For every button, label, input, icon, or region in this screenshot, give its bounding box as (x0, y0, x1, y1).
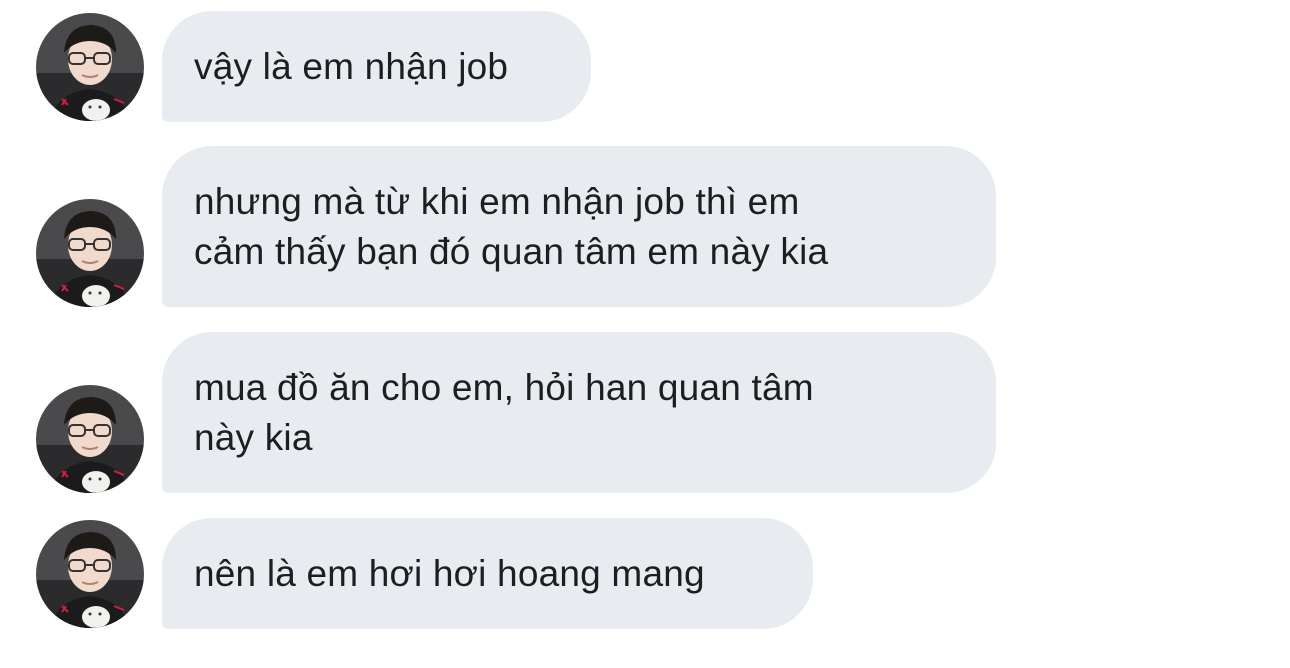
avatar-photo-icon (36, 13, 144, 121)
message-bubble[interactable]: nên là em hơi hơi hoang mang (162, 518, 813, 629)
message-bubble[interactable]: vậy là em nhận job (162, 11, 591, 122)
message-text: cảm thấy bạn đó quan tâm em này kia (194, 230, 829, 272)
avatar-photo-icon (36, 199, 144, 307)
sender-avatar[interactable] (36, 199, 144, 307)
message-text: nhưng mà từ khi em nhận job thì em (194, 180, 800, 222)
avatar-photo-icon (36, 385, 144, 493)
message-bubble[interactable]: mua đồ ăn cho em, hỏi han quan tâm này k… (162, 332, 996, 493)
avatar-photo-icon (36, 520, 144, 628)
message-bubble[interactable]: nhưng mà từ khi em nhận job thì em cảm t… (162, 146, 996, 307)
sender-avatar[interactable] (36, 385, 144, 493)
message-text: vậy là em nhận job (194, 45, 509, 87)
message-text: này kia (194, 416, 313, 458)
sender-avatar[interactable] (36, 520, 144, 628)
message-text: mua đồ ăn cho em, hỏi han quan tâm (194, 366, 814, 408)
message-text: nên là em hơi hơi hoang mang (194, 552, 705, 594)
sender-avatar[interactable] (36, 13, 144, 121)
